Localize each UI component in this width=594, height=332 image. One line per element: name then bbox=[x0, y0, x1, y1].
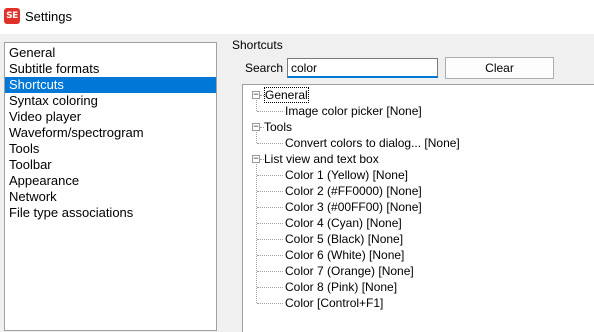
tree-connector bbox=[257, 223, 283, 224]
tree-shortcut-item[interactable]: Image color picker [None] bbox=[243, 103, 593, 119]
category-item-general[interactable]: General bbox=[5, 45, 216, 61]
category-item-toolbar[interactable]: Toolbar bbox=[5, 157, 216, 173]
tree-connector bbox=[257, 303, 283, 304]
category-item-network[interactable]: Network bbox=[5, 189, 216, 205]
tree-shortcut-item[interactable]: Convert colors to dialog... [None] bbox=[243, 135, 593, 151]
tree-group[interactable]: − List view and text box bbox=[243, 151, 593, 167]
tree-shortcut-label[interactable]: Color 7 (Orange) [None] bbox=[285, 263, 414, 279]
category-item-syntax-coloring[interactable]: Syntax coloring bbox=[5, 93, 216, 109]
clear-button[interactable]: Clear bbox=[445, 57, 554, 79]
tree-shortcut-label[interactable]: Color 1 (Yellow) [None] bbox=[285, 167, 408, 183]
collapse-icon[interactable]: − bbox=[252, 155, 260, 164]
tree-shortcut-label[interactable]: Color [Control+F1] bbox=[285, 295, 383, 311]
tree-shortcut-item[interactable]: Color 7 (Orange) [None] bbox=[243, 263, 593, 279]
tree-shortcut-item[interactable]: Color 3 (#00FF00) [None] bbox=[243, 199, 593, 215]
tree-shortcut-item[interactable]: Color 6 (White) [None] bbox=[243, 247, 593, 263]
tree-shortcut-item[interactable]: Color 1 (Yellow) [None] bbox=[243, 167, 593, 183]
tree-group[interactable]: − General bbox=[243, 87, 593, 103]
category-item-file-type-associations[interactable]: File type associations bbox=[5, 205, 216, 221]
tree-group-label[interactable]: Tools bbox=[264, 119, 292, 135]
tree-group-label[interactable]: General bbox=[264, 87, 309, 103]
tree-shortcut-label[interactable]: Color 3 (#00FF00) [None] bbox=[285, 199, 422, 215]
tree-shortcut-label[interactable]: Color 6 (White) [None] bbox=[285, 247, 404, 263]
settings-category-list[interactable]: General Subtitle formats Shortcuts Syntax c… bbox=[4, 42, 217, 331]
title-bar: SE Settings bbox=[0, 0, 594, 34]
tree-shortcut-label[interactable]: Image color picker [None] bbox=[285, 103, 422, 119]
category-item-video-player[interactable]: Video player bbox=[5, 109, 216, 125]
tree-shortcut-label[interactable]: Convert colors to dialog... [None] bbox=[285, 135, 460, 151]
tree-connector bbox=[257, 255, 283, 256]
tree-connector bbox=[257, 271, 283, 272]
category-item-appearance[interactable]: Appearance bbox=[5, 173, 216, 189]
tree-connector bbox=[257, 191, 283, 192]
tree-shortcut-item[interactable]: Color 2 (#FF0000) [None] bbox=[243, 183, 593, 199]
tree-shortcut-item[interactable]: Color 4 (Cyan) [None] bbox=[243, 215, 593, 231]
category-item-subtitle-formats[interactable]: Subtitle formats bbox=[5, 61, 216, 77]
collapse-icon[interactable]: − bbox=[252, 91, 260, 100]
search-label: Search bbox=[245, 61, 284, 75]
category-item-waveform-spectrogram[interactable]: Waveform/spectrogram bbox=[5, 125, 216, 141]
tree-group-label[interactable]: List view and text box bbox=[264, 151, 379, 167]
tree-shortcut-label[interactable]: Color 4 (Cyan) [None] bbox=[285, 215, 402, 231]
window-title: Settings bbox=[25, 9, 72, 24]
shortcuts-section-label: Shortcuts bbox=[232, 38, 283, 52]
tree-connector bbox=[257, 287, 283, 288]
tree-shortcut-item[interactable]: Color 8 (Pink) [None] bbox=[243, 279, 593, 295]
tree-connector bbox=[257, 111, 283, 112]
subtitle-edit-app-icon: SE bbox=[4, 8, 20, 24]
category-item-tools[interactable]: Tools bbox=[5, 141, 216, 157]
tree-shortcut-item[interactable]: Color 5 (Black) [None] bbox=[243, 231, 593, 247]
tree-connector bbox=[257, 207, 283, 208]
tree-shortcut-label[interactable]: Color 5 (Black) [None] bbox=[285, 231, 403, 247]
tree-connector bbox=[257, 143, 283, 144]
shortcuts-tree[interactable]: − General Image color picker [None] − Tools C… bbox=[242, 84, 594, 332]
tree-connector bbox=[257, 239, 283, 240]
tree-connector bbox=[257, 175, 283, 176]
tree-shortcut-label[interactable]: Color 8 (Pink) [None] bbox=[285, 279, 397, 295]
category-item-shortcuts[interactable]: Shortcuts bbox=[5, 77, 216, 93]
tree-shortcut-item[interactable]: Color [Control+F1] bbox=[243, 295, 593, 311]
search-input[interactable] bbox=[287, 58, 438, 78]
tree-shortcut-label[interactable]: Color 2 (#FF0000) [None] bbox=[285, 183, 422, 199]
tree-group[interactable]: − Tools bbox=[243, 119, 593, 135]
collapse-icon[interactable]: − bbox=[252, 123, 260, 132]
